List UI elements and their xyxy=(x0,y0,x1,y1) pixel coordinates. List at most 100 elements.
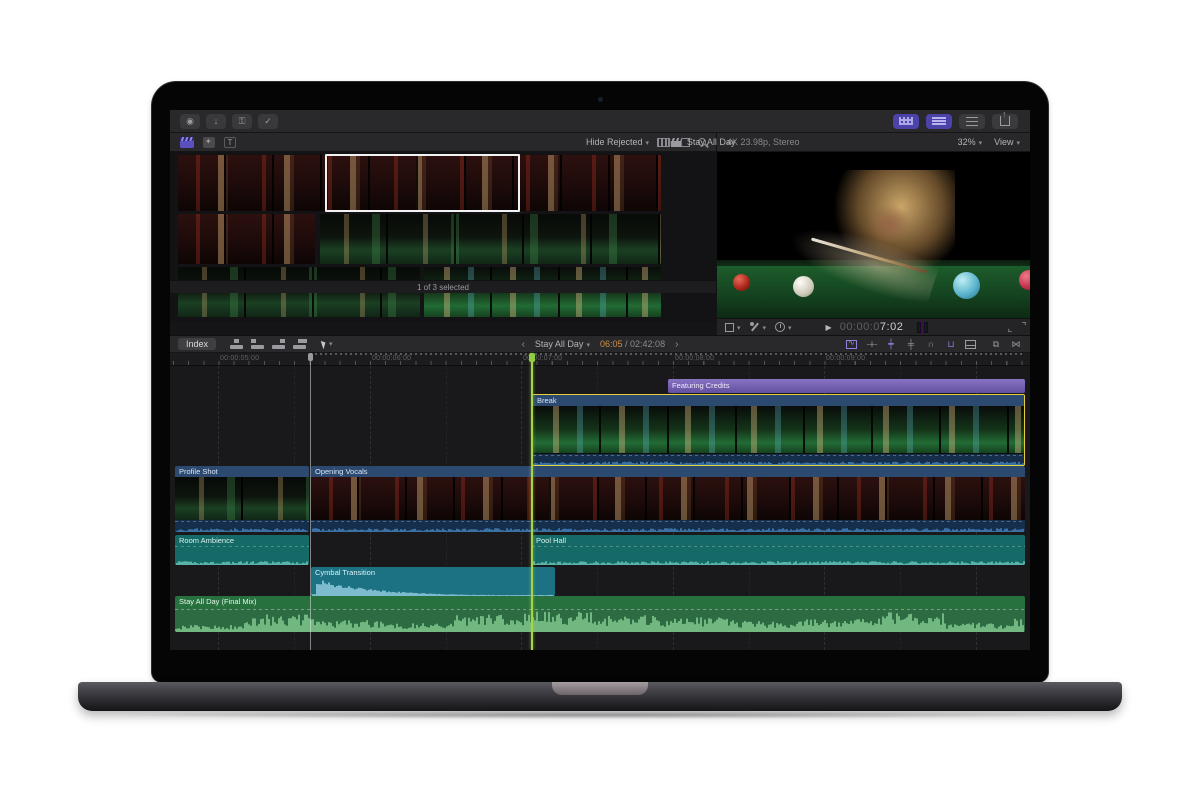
selection-status: 1 of 3 selected xyxy=(417,283,469,292)
clip-audio-strip xyxy=(311,520,1025,532)
clip-room-ambience[interactable]: Room Ambience xyxy=(175,535,309,565)
viewer-view-dropdown[interactable]: View xyxy=(994,137,1020,147)
sliders-icon xyxy=(966,117,978,126)
previous-project-chevron[interactable]: ‹ xyxy=(522,339,525,350)
clip-profile-shot[interactable]: Profile Shot xyxy=(175,466,309,532)
enhancements-dropdown[interactable] xyxy=(750,322,767,332)
clip-cymbal-transition[interactable]: Cymbal Transition xyxy=(311,567,555,596)
clip-appearance-icon[interactable] xyxy=(965,340,976,349)
transitions-browser-icon[interactable] xyxy=(1010,339,1022,349)
viewer-zoom-dropdown[interactable]: 32% xyxy=(958,137,983,147)
overwrite-edit-icon[interactable] xyxy=(293,339,306,349)
audio-meter-toggle-icon[interactable] xyxy=(846,340,857,349)
laptop-shadow xyxy=(110,711,1090,719)
inspector-button[interactable] xyxy=(959,114,985,129)
music-wave-background xyxy=(175,609,1025,632)
play-button[interactable]: ▶ xyxy=(826,323,832,332)
timeline-ruler[interactable]: 00:00:05:00 00:00:06:00 00:00:07:00 00:0… xyxy=(170,353,1030,366)
webcam-dot xyxy=(598,97,603,102)
show-timeline-button[interactable] xyxy=(926,114,952,129)
ruler-label-9s: 00:00:09:00 xyxy=(826,355,865,362)
ruler-label-5s: 00:00:05:00 xyxy=(220,355,259,362)
arrow-tool-icon xyxy=(321,339,328,349)
skimming-toggle-icon[interactable] xyxy=(885,339,897,349)
laptop-lid-notch xyxy=(552,682,648,695)
fullscreen-icon[interactable] xyxy=(1012,322,1022,332)
clip-titlebar xyxy=(533,395,1024,406)
playhead-handle[interactable] xyxy=(529,353,535,362)
project-duration: 02:42:08 xyxy=(630,339,665,349)
skimmer xyxy=(310,353,311,650)
timeline-timecode: 06:05 / 02:42:08 xyxy=(600,339,665,349)
ruler-label-6s: 00:00:06:00 xyxy=(372,355,411,362)
viewer-control-bar: ▶ 00:00:0 7:02 xyxy=(717,318,1030,335)
ruler-label-8s: 00:00:08:00 xyxy=(675,355,714,362)
background-tasks-button[interactable]: ✓ xyxy=(258,114,278,129)
blue-ball xyxy=(953,272,980,299)
crop-icon xyxy=(725,323,734,332)
show-browser-button[interactable] xyxy=(893,114,919,129)
solo-toggle-icon[interactable] xyxy=(925,339,937,349)
effects-browser-icon[interactable] xyxy=(990,339,1002,349)
laptop-base xyxy=(78,682,1122,711)
clip-break[interactable]: Break xyxy=(532,394,1025,466)
next-project-chevron[interactable]: › xyxy=(675,339,678,350)
format-info: 4K 23.98p, Stereo xyxy=(727,137,800,147)
timeline-toolbar: Index ‹ Stay All Day 06:05 / 02:42:08 › xyxy=(170,335,1030,353)
append-edit-icon[interactable] xyxy=(272,339,285,349)
download-button[interactable]: ↓ xyxy=(206,114,226,129)
viewer-project-name: Stay All Day xyxy=(687,137,736,147)
index-button[interactable]: Index xyxy=(178,338,216,350)
clip-filter-dropdown[interactable]: Hide Rejected xyxy=(586,137,649,147)
media-import-button[interactable]: ◉ xyxy=(180,114,200,129)
render-indicator xyxy=(310,353,1022,355)
cue-ball xyxy=(793,276,814,297)
clip-opening-vocals[interactable]: Opening Vocals xyxy=(311,466,1025,532)
keyword-editor-button[interactable]: ⚿ xyxy=(232,114,252,129)
audio-meter-left xyxy=(917,322,921,333)
playhead-position: 06:05 xyxy=(600,339,623,349)
browser-grid-icon xyxy=(899,117,913,125)
browser-filmstrip-singer-2[interactable] xyxy=(178,214,315,264)
window-toolbar: ◉ ↓ ⚿ ✓ xyxy=(170,110,1030,133)
photos-audio-sidebar-icon[interactable] xyxy=(203,137,215,148)
fcp-window: ◉ ↓ ⚿ ✓ T Hide Rejected xyxy=(170,110,1030,650)
filmstrip-view-icon[interactable] xyxy=(657,138,670,147)
titles-generators-sidebar-icon[interactable]: T xyxy=(224,137,236,148)
insert-edit-icon[interactable] xyxy=(251,339,264,349)
clip-featuring-credits[interactable]: Featuring Credits xyxy=(668,379,1025,393)
wand-icon xyxy=(750,322,760,332)
tool-select-dropdown[interactable] xyxy=(322,340,333,349)
timecode-lit: 7:02 xyxy=(880,321,903,333)
share-icon xyxy=(1000,116,1010,126)
browser-filmstrip-pool-1[interactable] xyxy=(320,214,661,264)
playhead[interactable] xyxy=(531,353,533,650)
clip-filmstrip xyxy=(533,406,1024,453)
timecode-dim: 00:00:0 xyxy=(840,321,880,333)
retime-dropdown[interactable] xyxy=(775,322,792,332)
project-clapper-icon xyxy=(671,138,682,147)
viewer-timecode: 00:00:0 7:02 xyxy=(840,321,904,333)
red-ball-left xyxy=(733,274,750,291)
audio-skimming-toggle-icon[interactable] xyxy=(905,339,917,349)
ruler-ticks xyxy=(173,361,1030,365)
connect-edit-icon[interactable] xyxy=(230,339,243,349)
timeline-project-dropdown[interactable]: Stay All Day xyxy=(535,339,590,349)
clip-pool-hall[interactable]: Pool Hall xyxy=(532,535,1025,565)
timeline-tracks: Featuring Credits Break Profile Shot Ope… xyxy=(170,366,1030,650)
snapping-toggle-icon[interactable] xyxy=(945,339,957,349)
browser-pane xyxy=(170,152,717,322)
retime-clock-icon xyxy=(775,322,785,332)
audio-meters[interactable] xyxy=(917,322,928,333)
browser-selection-range[interactable] xyxy=(325,154,520,212)
libraries-sidebar-icon[interactable] xyxy=(180,137,194,148)
browser-status-bar: 1 of 3 selected xyxy=(170,280,717,293)
clip-final-mix[interactable]: Stay All Day (Final Mix) xyxy=(175,596,1025,632)
trim-tool-icon[interactable] xyxy=(865,339,877,349)
share-button[interactable] xyxy=(992,114,1018,129)
viewer-pane xyxy=(717,152,1030,318)
audio-meter-right xyxy=(924,322,928,333)
clip-filmstrip xyxy=(175,477,309,520)
crop-tool-dropdown[interactable] xyxy=(725,322,741,332)
clip-audio-strip xyxy=(175,520,309,532)
